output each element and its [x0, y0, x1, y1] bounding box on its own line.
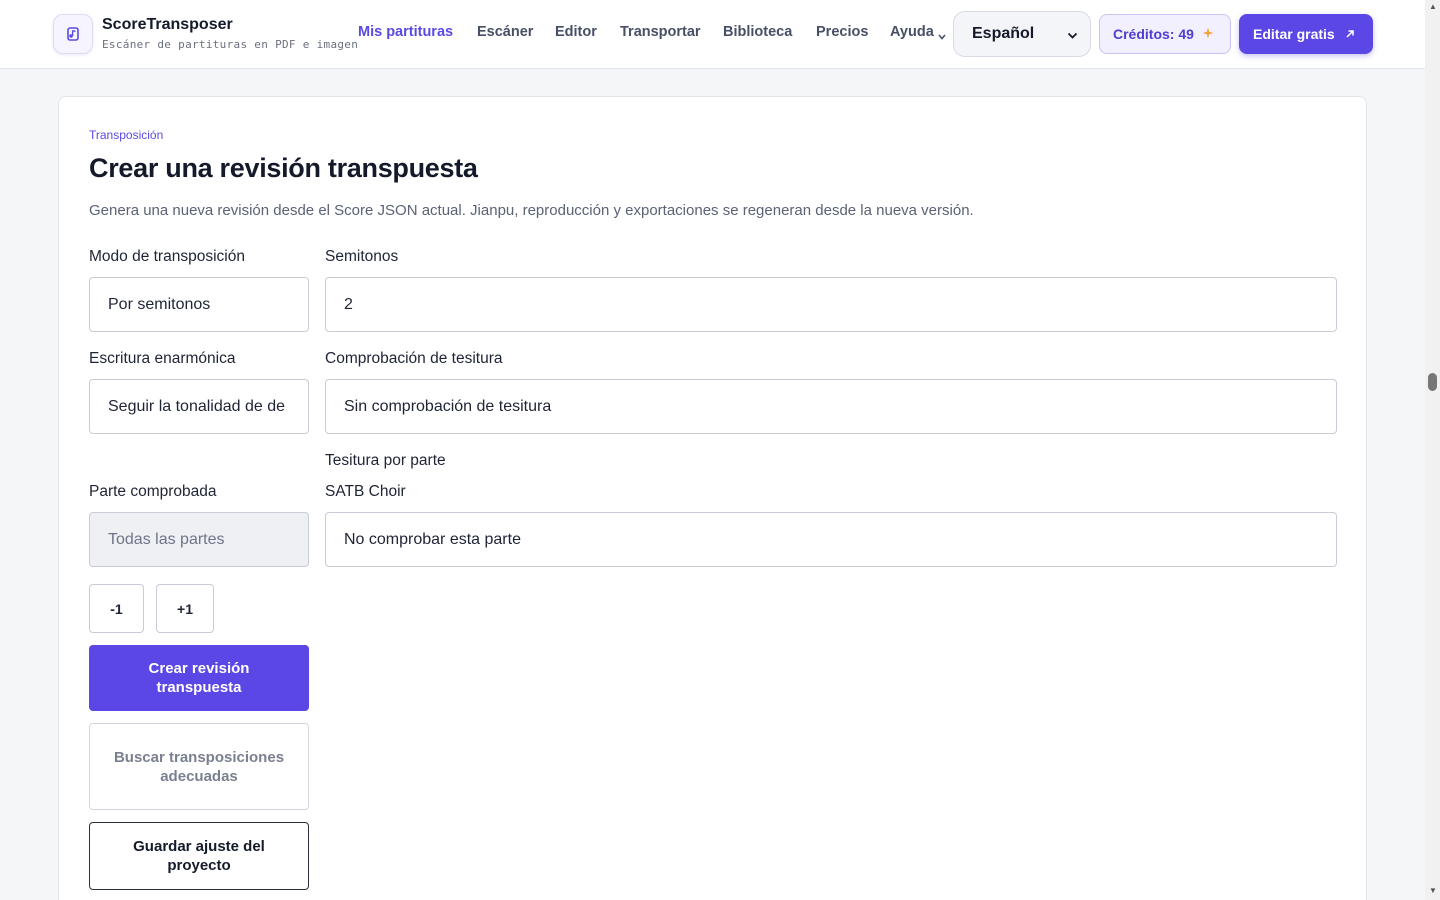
scroll-down-arrow-icon[interactable]: ▼	[1429, 886, 1437, 895]
semitones-input[interactable]: 2	[325, 277, 1337, 332]
checked-part-label: Parte comprobada	[89, 483, 217, 500]
nav-item-ayuda[interactable]: Ayuda	[890, 24, 934, 40]
transposition-card: Transposición Crear una revisión transpu…	[58, 96, 1367, 900]
sparkle-icon	[1202, 27, 1214, 42]
mode-select[interactable]: Por semitonos	[89, 277, 309, 332]
credits-button[interactable]: Créditos: 49	[1099, 14, 1231, 54]
semitones-label: Semitonos	[325, 248, 399, 265]
semitone-plus-button[interactable]: +1	[156, 584, 214, 633]
nav-item-biblioteca[interactable]: Biblioteca	[723, 24, 792, 40]
enharmonic-label: Escritura enarmónica	[89, 350, 236, 367]
enharmonic-select[interactable]: Seguir la tonalidad de de	[89, 379, 309, 434]
semitone-minus-button[interactable]: -1	[89, 584, 144, 633]
page-title: Crear una revisión transpuesta	[89, 153, 478, 183]
language-select-value: Español	[972, 25, 1035, 42]
edit-free-label: Editar gratis	[1253, 26, 1335, 42]
nav-item-editor[interactable]: Editor	[555, 24, 597, 40]
scroll-up-arrow-icon[interactable]: ▲	[1429, 2, 1437, 11]
brand-name[interactable]: ScoreTransposer	[102, 16, 233, 34]
brand-tagline: Escáner de partituras en PDF e imagen	[102, 38, 359, 51]
scroll-thumb[interactable]	[1428, 373, 1437, 391]
range-check-label: Comprobación de tesitura	[325, 350, 503, 367]
range-per-part-label: Tesitura por parte	[325, 452, 446, 469]
arrow-up-right-icon	[1345, 26, 1355, 42]
save-project-setting-button[interactable]: Guardar ajuste del proyecto	[89, 822, 309, 890]
nav-item-escaner[interactable]: Escáner	[477, 24, 533, 40]
credits-label: Créditos: 49	[1113, 26, 1194, 42]
nav-item-mis-partituras[interactable]: Mis partituras	[358, 24, 453, 40]
mode-label: Modo de transposición	[89, 248, 245, 265]
page-scrollbar[interactable]: ▲ ▼	[1425, 0, 1440, 900]
page-description: Genera una nueva revisión desde el Score…	[89, 202, 974, 219]
range-check-select[interactable]: Sin comprobación de tesitura	[325, 379, 1337, 434]
chevron-down-icon[interactable]	[938, 32, 946, 42]
edit-free-button[interactable]: Editar gratis	[1239, 14, 1373, 54]
nav-item-precios[interactable]: Precios	[816, 24, 868, 40]
section-eyebrow: Transposición	[89, 128, 164, 142]
language-select[interactable]: Español	[953, 11, 1091, 57]
top-header: ScoreTransposer Escáner de partituras en…	[0, 0, 1425, 69]
logo-icon[interactable]	[53, 14, 93, 54]
create-revision-button[interactable]: Crear revisión transpuesta	[89, 645, 309, 711]
part-name-label: SATB Choir	[325, 483, 406, 500]
find-transpositions-button[interactable]: Buscar transposiciones adecuadas	[89, 723, 309, 810]
chevron-down-icon	[1067, 27, 1078, 45]
part-range-select[interactable]: No comprobar esta parte	[325, 512, 1337, 567]
checked-part-select: Todas las partes	[89, 512, 309, 567]
nav-item-transportar[interactable]: Transportar	[620, 24, 701, 40]
